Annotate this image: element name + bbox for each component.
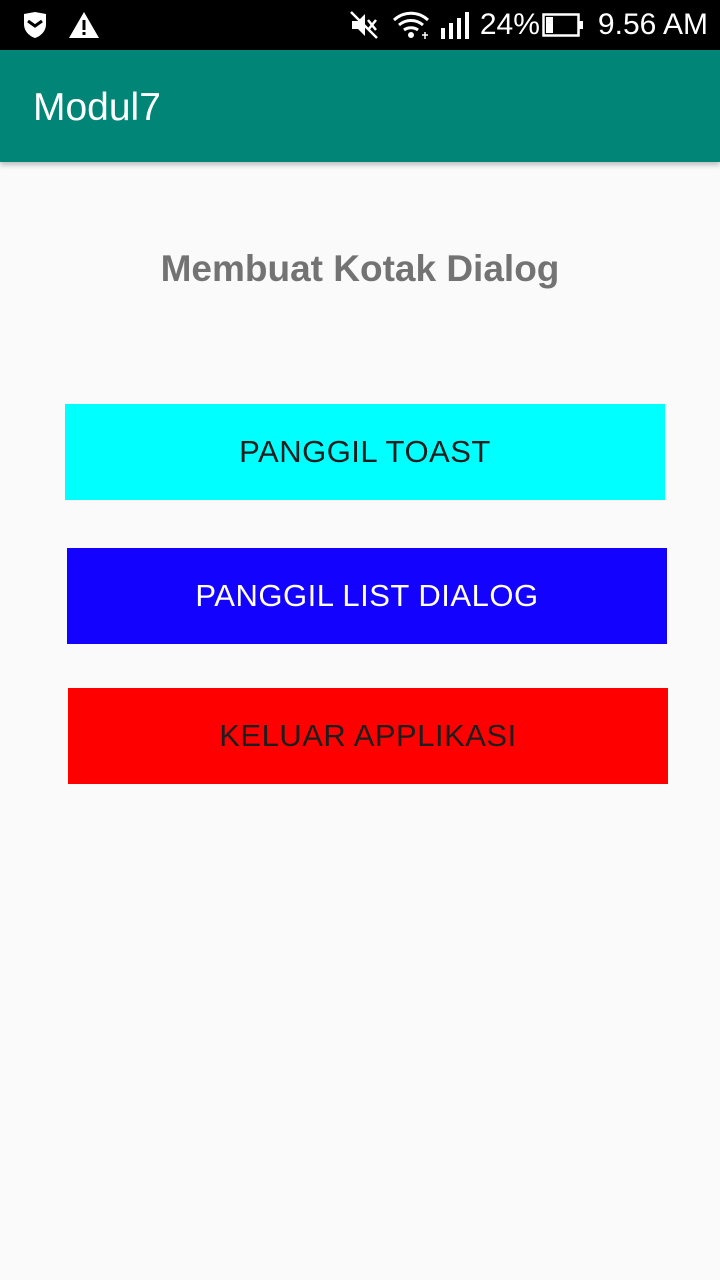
panggil-toast-button[interactable]: PANGGIL TOAST (65, 404, 665, 500)
battery-percent: 24% (479, 8, 540, 41)
app-bar: Modul7 (0, 50, 720, 162)
status-bar: 24% 9.56 AM (0, 0, 720, 50)
page-heading: Membuat Kotak Dialog (160, 248, 560, 289)
keluar-applikasi-button[interactable]: KELUAR APPLIKASI (68, 688, 668, 784)
wifi-icon (392, 9, 430, 41)
signal-icon (440, 10, 474, 40)
app-title: Modul7 (33, 86, 161, 129)
warning-icon (68, 11, 100, 39)
panggil-list-dialog-button[interactable]: PANGGIL LIST DIALOG (67, 548, 667, 644)
mute-icon (348, 9, 380, 41)
shield-icon (22, 11, 48, 39)
clock: 9.56 AM (597, 8, 708, 41)
battery-icon (542, 13, 584, 37)
